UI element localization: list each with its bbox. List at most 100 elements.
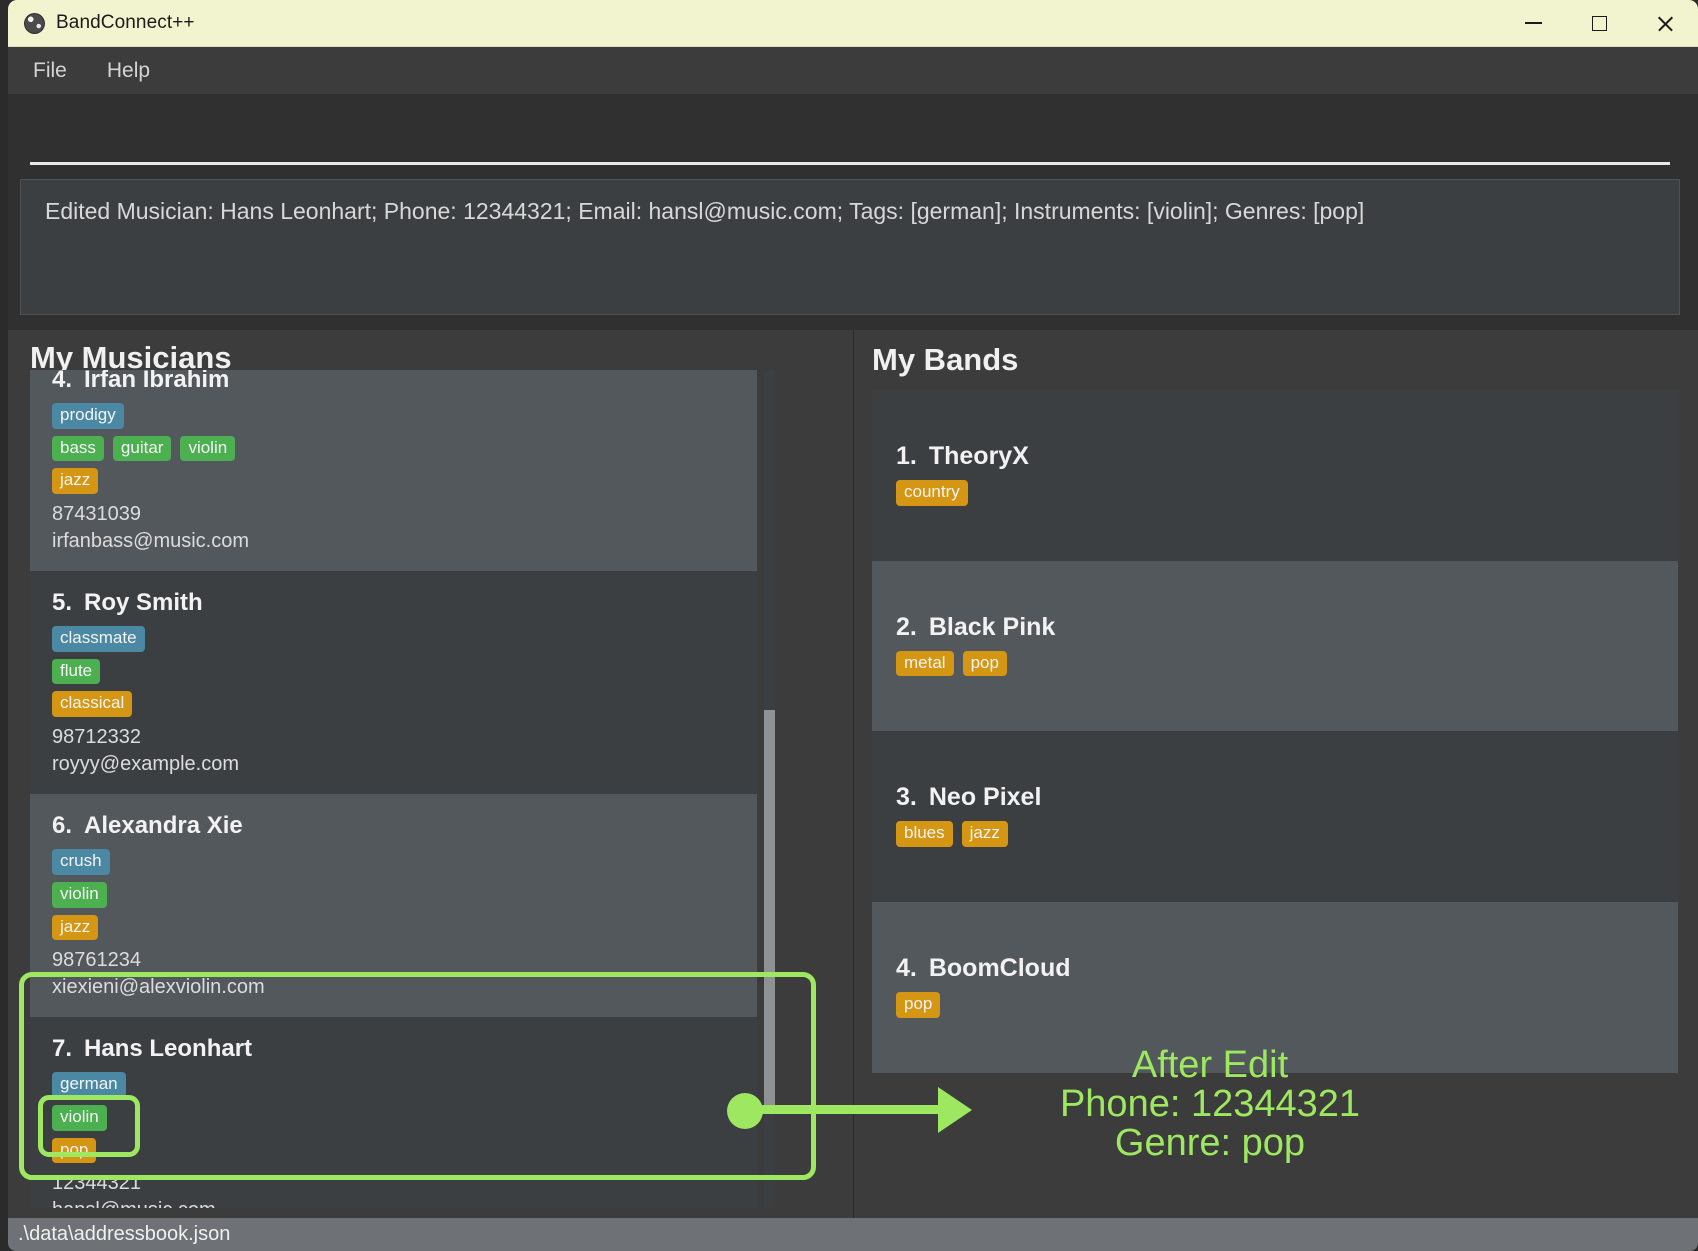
musician-tag-chip: german [52, 1072, 126, 1098]
application-window: BandConnect++ File Help Edited Musician:… [0, 0, 1698, 1251]
musician-tag-chip-row: crush [52, 849, 757, 875]
musician-instrument-chip: violin [180, 435, 236, 462]
bands-list[interactable]: 1. TheoryX country 2. Black Pink metal pop 3. Ne… [872, 390, 1678, 1202]
window-title: BandConnect++ [56, 12, 195, 33]
musician-instrument-chip-row: violin [52, 1104, 757, 1131]
musicians-scrollbar[interactable] [764, 370, 775, 1208]
band-card[interactable]: 2. Black Pink metal pop [872, 560, 1678, 732]
menu-item-help[interactable]: Help [92, 56, 165, 86]
musician-genre-chip-row: jazz [52, 468, 757, 495]
musician-instrument-chip-row: flute [52, 658, 757, 685]
musician-genre-chip: classical [52, 691, 133, 718]
band-genre-chip-row: metal pop [896, 650, 1678, 677]
musician-instrument-chip: violin [52, 881, 107, 908]
band-index: 3. [896, 783, 917, 812]
close-icon [1656, 14, 1675, 33]
band-name: Black Pink [928, 612, 1056, 641]
band-name: BoomCloud [928, 954, 1071, 983]
window-controls [1500, 0, 1698, 46]
menu-bar: File Help [8, 47, 1698, 95]
band-card-title: 3. Neo Pixel [896, 783, 1678, 812]
musician-index: 4. [52, 370, 73, 393]
musician-card-title: 5. Roy Smith [52, 589, 757, 617]
musician-genre-chip: jazz [52, 914, 99, 941]
band-card-title: 4. BoomCloud [896, 954, 1678, 983]
band-genre-chip: jazz [961, 821, 1008, 848]
band-card-title: 2. Black Pink [896, 613, 1678, 642]
close-button[interactable] [1632, 0, 1698, 46]
band-genre-chip: country [896, 480, 968, 506]
maximize-button[interactable] [1566, 0, 1632, 46]
band-name: Neo Pixel [928, 783, 1042, 812]
musician-tag-chip-row: prodigy [52, 403, 757, 429]
musician-index: 7. [52, 1035, 73, 1063]
band-genre-chip-row: country [896, 480, 1678, 506]
musician-tag-chip: prodigy [52, 403, 124, 429]
musician-phone: 98712332 [52, 726, 141, 749]
musician-email: royyy@example.com [52, 753, 240, 776]
musician-phone: 87431039 [52, 503, 141, 526]
bands-panel: My Bands 1. TheoryX country 2. Black Pink met… [854, 330, 1698, 1218]
band-genre-chip-row: pop [896, 992, 1678, 1018]
band-genre-chip-row: blues jazz [896, 821, 1678, 848]
band-genre-chip: pop [962, 650, 1007, 677]
musician-name: Alexandra Xie [84, 812, 243, 840]
band-card[interactable]: 3. Neo Pixel blues jazz [872, 731, 1678, 903]
panels-container: My Musicians 4. Irfan Ibrahim prodigy bass g… [8, 330, 1698, 1218]
musicians-panel: My Musicians 4. Irfan Ibrahim prodigy bass g… [8, 330, 854, 1218]
title-bar: BandConnect++ [8, 0, 1698, 47]
status-bar: .\data\addressbook.json [8, 1218, 1698, 1251]
musician-index: 5. [52, 589, 73, 617]
result-display-box: Edited Musician: Hans Leonhart; Phone: 1… [20, 179, 1680, 315]
musician-instrument-chip: flute [52, 658, 101, 685]
musician-card[interactable]: 7. Hans Leonhart german violin pop 12344321 ha… [30, 1017, 757, 1208]
minimize-button[interactable] [1500, 0, 1566, 46]
musician-card[interactable]: 5. Roy Smith classmate flute classical 987123… [30, 571, 757, 795]
band-index: 2. [896, 612, 917, 641]
band-card[interactable]: 4. BoomCloud pop [872, 902, 1678, 1073]
musician-card[interactable]: 6. Alexandra Xie crush violin jazz 98761234 xi… [30, 794, 757, 1018]
musician-tag-chip: classmate [52, 626, 145, 652]
command-input[interactable] [30, 162, 1670, 165]
band-card-title: 1. TheoryX [896, 442, 1678, 471]
menu-item-file[interactable]: File [18, 56, 82, 86]
musician-card-title: 6. Alexandra Xie [52, 812, 757, 840]
musician-instrument-chip-row: bass guitar violin [52, 435, 757, 462]
command-input-wrapper[interactable] [20, 103, 1680, 175]
musician-name: Roy Smith [84, 589, 203, 617]
musician-genre-chip-row: pop [52, 1137, 757, 1164]
musician-tag-chip: crush [52, 849, 110, 875]
musician-genre-chip-row: classical [52, 691, 757, 718]
musician-email: hansl@music.com [52, 1197, 757, 1208]
musician-instrument-chip: bass [52, 435, 104, 462]
musician-name: Hans Leonhart [84, 1035, 253, 1063]
status-file-path: .\data\addressbook.json [18, 1223, 231, 1245]
musician-genre-chip: pop [52, 1137, 97, 1164]
app-logo-icon [24, 12, 45, 34]
band-genre-chip: metal [896, 650, 954, 677]
band-card[interactable]: 1. TheoryX country [872, 390, 1678, 561]
musician-phone: 98761234 [52, 949, 141, 972]
musician-card-title: 7. Hans Leonhart [52, 1035, 757, 1063]
command-zone: Edited Musician: Hans Leonhart; Phone: 1… [8, 95, 1698, 330]
musician-card-title: 4. Irfan Ibrahim [52, 370, 757, 394]
musicians-list[interactable]: 4. Irfan Ibrahim prodigy bass guitar violin ja… [30, 370, 757, 1208]
musician-genre-chip: jazz [52, 468, 99, 495]
maximize-icon [1591, 15, 1607, 31]
musician-card[interactable]: 4. Irfan Ibrahim prodigy bass guitar violin ja… [30, 370, 757, 572]
musician-email: xiexieni@alexviolin.com [52, 976, 265, 999]
musician-genre-chip-row: jazz [52, 914, 757, 941]
result-message: Edited Musician: Hans Leonhart; Phone: 1… [45, 198, 1365, 224]
musician-instrument-chip-row: violin [52, 881, 757, 908]
band-genre-chip: pop [896, 992, 941, 1018]
band-name: TheoryX [928, 442, 1029, 470]
musician-phone: 12344321 [52, 1172, 141, 1195]
musician-index: 6. [52, 812, 73, 840]
musician-instrument-chip: violin [52, 1104, 107, 1131]
musician-name: Irfan Ibrahim [84, 370, 230, 393]
musicians-scrollbar-thumb[interactable] [764, 710, 775, 1110]
minimize-icon [1524, 22, 1542, 24]
musician-instrument-chip: guitar [112, 435, 172, 462]
musician-tag-chip-row: classmate [52, 626, 757, 652]
band-index: 1. [896, 442, 917, 470]
